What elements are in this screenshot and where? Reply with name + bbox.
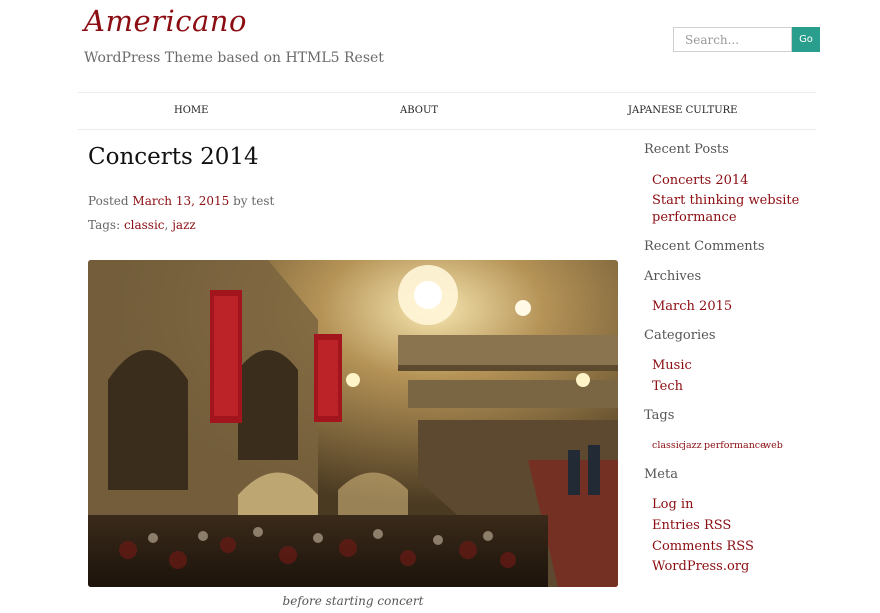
post-image (88, 260, 618, 587)
search-input[interactable] (673, 27, 792, 52)
posted-label: Posted (88, 194, 129, 208)
widget-title-archives: Archives (644, 269, 702, 284)
search-button[interactable]: Go (792, 27, 820, 52)
archive-link[interactable]: March 2015 (652, 298, 732, 315)
recent-post-link[interactable]: Concerts 2014 (652, 172, 748, 189)
tag-separator: , (164, 218, 169, 232)
post-title[interactable]: Concerts 2014 (88, 144, 259, 170)
meta-link-entries-rss[interactable]: Entries RSS (652, 517, 731, 534)
tags-label: Tags: (88, 218, 121, 232)
post-tag-link[interactable]: classic (124, 218, 165, 232)
site-tagline: WordPress Theme based on HTML5 Reset (84, 50, 384, 66)
widget-title-meta: Meta (644, 467, 678, 482)
post-tags: Tags: classic, jazz (88, 218, 196, 232)
widget-title-categories: Categories (644, 328, 716, 343)
post-date-link[interactable]: March 13, 2015 (132, 194, 229, 208)
search-form: Go (673, 27, 820, 52)
tag-cloud-link-jazz[interactable]: jazz (683, 440, 702, 451)
main-navigation: HOME ABOUT JAPANESE CULTURE (78, 92, 816, 130)
meta-link-wordpress-org[interactable]: WordPress.org (652, 558, 749, 575)
tag-cloud-link-performance[interactable]: performance (704, 440, 766, 451)
widget-title-recent-posts: Recent Posts (644, 142, 729, 157)
tag-cloud-link-web[interactable]: web (763, 440, 783, 451)
widget-title-tags: Tags (644, 408, 675, 423)
post-author: test (251, 194, 275, 208)
tag-cloud-link-classic[interactable]: classic (652, 440, 684, 451)
image-caption: before starting concert (282, 594, 424, 608)
nav-item-home[interactable]: HOME (174, 93, 208, 129)
nav-item-japanese-culture[interactable]: JAPANESE CULTURE (628, 93, 737, 129)
category-link-music[interactable]: Music (652, 357, 692, 374)
meta-link-login[interactable]: Log in (652, 496, 693, 513)
recent-post-link[interactable]: Start thinking website performance (652, 192, 812, 226)
post-meta: Posted March 13, 2015 by test (88, 194, 274, 208)
nav-item-about[interactable]: ABOUT (400, 93, 438, 129)
page: Americano WordPress Theme based on HTML5… (0, 0, 880, 613)
category-link-tech[interactable]: Tech (652, 378, 683, 395)
widget-title-recent-comments: Recent Comments (644, 239, 765, 254)
post-tag-link[interactable]: jazz (172, 218, 196, 232)
by-label: by (233, 194, 248, 208)
meta-link-comments-rss[interactable]: Comments RSS (652, 538, 754, 555)
site-title[interactable]: Americano (84, 4, 247, 38)
